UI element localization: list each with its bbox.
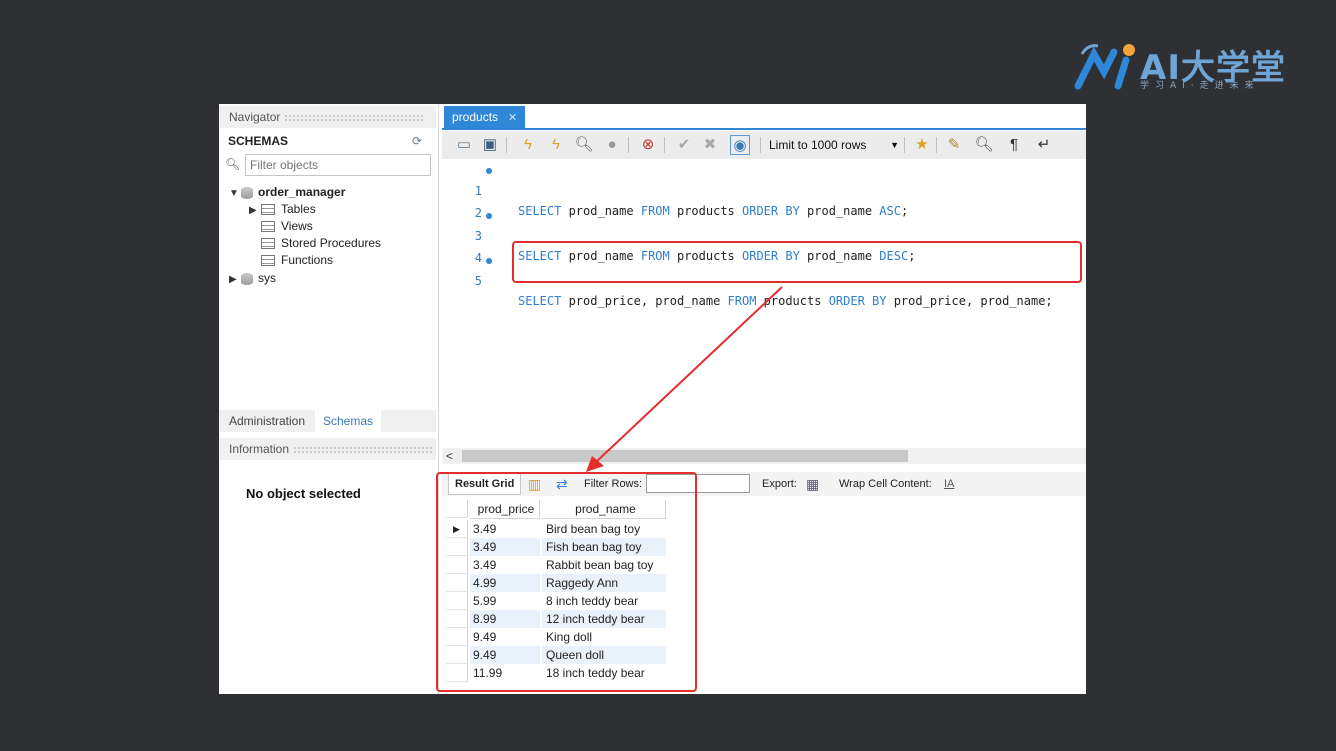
annotation-arrow-icon	[586, 286, 783, 472]
